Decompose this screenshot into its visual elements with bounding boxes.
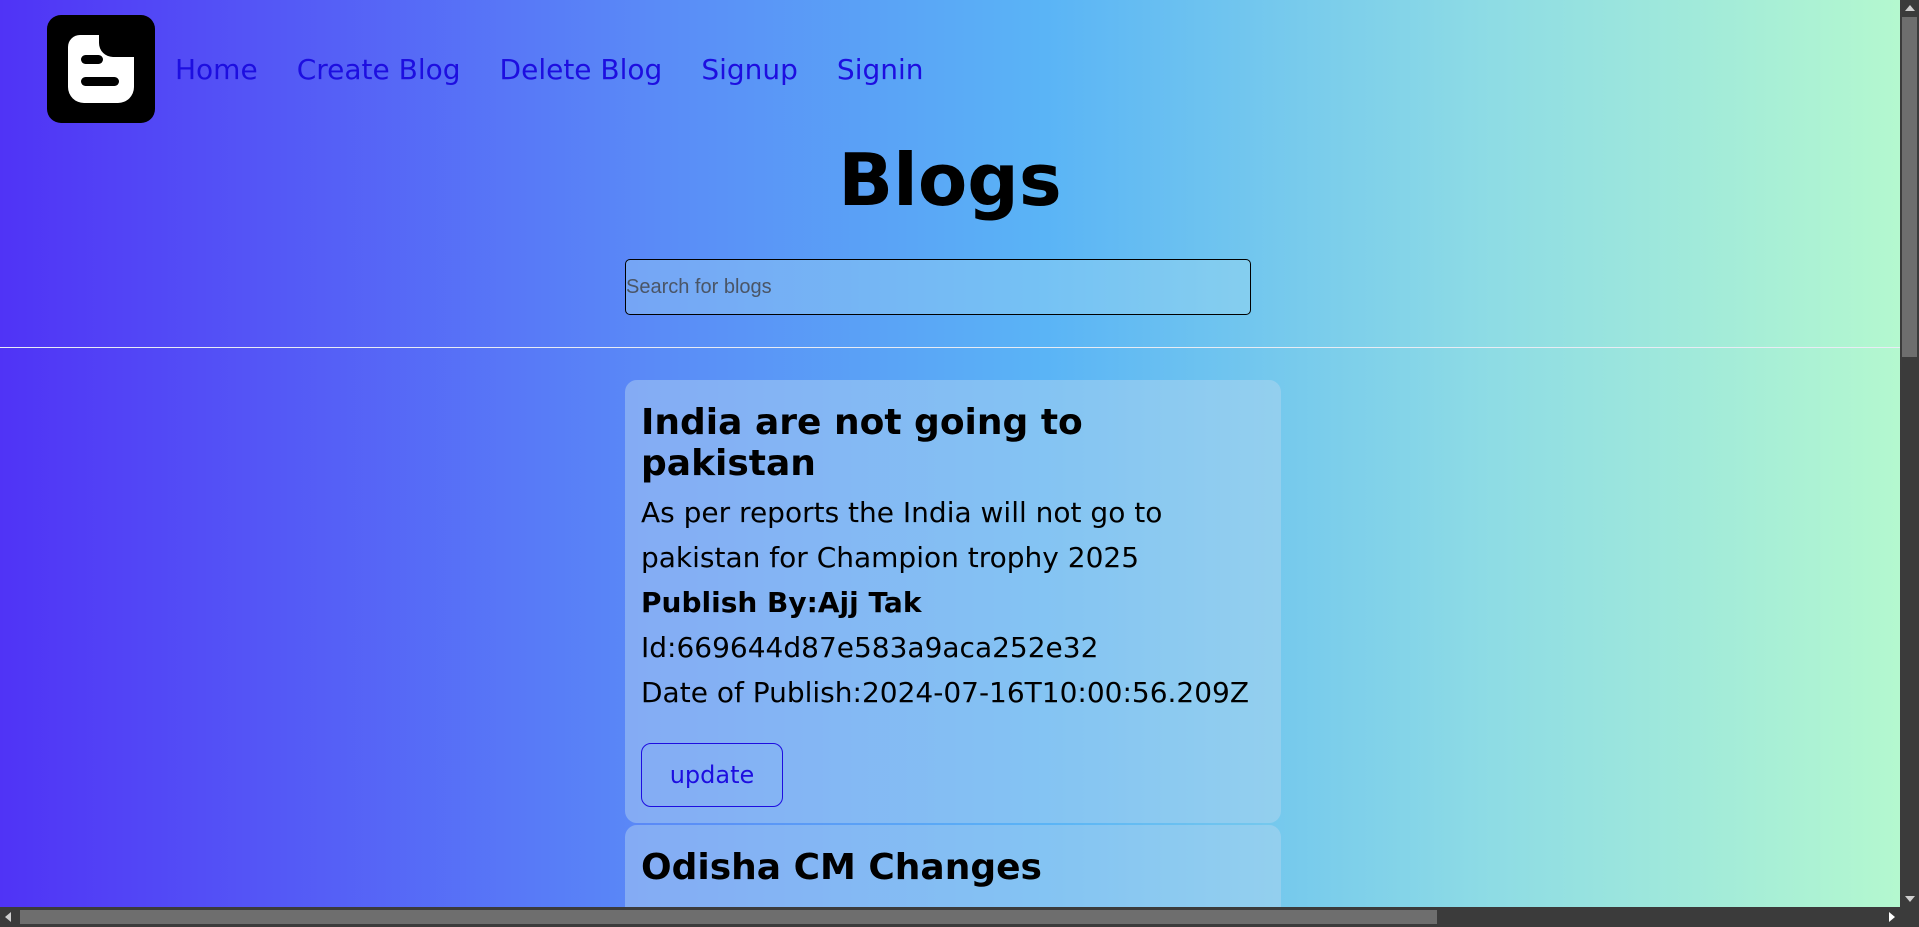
header-divider xyxy=(0,347,1900,348)
scrollbar-corner xyxy=(1900,907,1919,927)
nav-home-link[interactable]: Home xyxy=(175,53,258,86)
search-input[interactable] xyxy=(625,259,1251,315)
scroll-down-icon[interactable] xyxy=(1905,896,1915,902)
blog-body: As per reports the India will not go to … xyxy=(641,496,1163,574)
nav-delete-blog-link[interactable]: Delete Blog xyxy=(500,53,663,86)
nav-signin-link[interactable]: Signin xyxy=(837,53,924,86)
scroll-left-icon[interactable] xyxy=(5,912,11,922)
scroll-right-icon[interactable] xyxy=(1889,912,1895,922)
blog-id: Id:669644d87e583a9aca252e32 xyxy=(641,631,1099,664)
nav-signup-link[interactable]: Signup xyxy=(701,53,798,86)
vertical-scrollbar[interactable] xyxy=(1900,0,1919,907)
vertical-scroll-thumb[interactable] xyxy=(1902,17,1917,357)
blog-card: India are not going to pakistan As per r… xyxy=(625,380,1281,823)
blogger-icon[interactable] xyxy=(47,15,155,123)
nav-create-blog-link[interactable]: Create Blog xyxy=(297,53,461,86)
horizontal-scrollbar[interactable] xyxy=(0,907,1900,927)
top-nav: Home Create Blog Delete Blog Signup Sign… xyxy=(47,15,963,123)
update-button[interactable]: update xyxy=(641,743,783,807)
page-background: Home Create Blog Delete Blog Signup Sign… xyxy=(0,0,1900,907)
blog-author: Publish By:Ajj Tak xyxy=(641,586,922,619)
blog-card: Odisha CM Changes xyxy=(625,825,1281,907)
page-title: Blogs xyxy=(838,138,1062,222)
blog-date: Date of Publish:2024-07-16T10:00:56.209Z xyxy=(641,676,1250,709)
blog-title: India are not going to pakistan xyxy=(641,402,1083,484)
scroll-up-icon[interactable] xyxy=(1905,5,1915,11)
horizontal-scroll-thumb[interactable] xyxy=(20,910,1437,924)
blog-title: Odisha CM Changes xyxy=(641,847,1042,888)
